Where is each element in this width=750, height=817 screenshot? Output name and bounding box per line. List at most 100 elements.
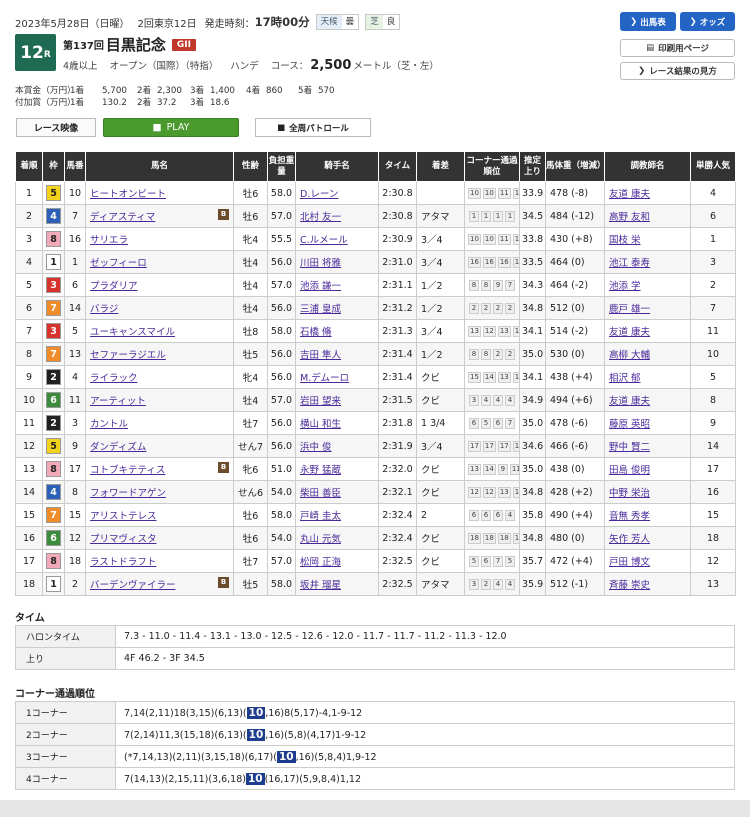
weight-carried: 58.0 xyxy=(267,319,296,343)
finish-time: 2:31.4 xyxy=(378,365,417,389)
corner-order-post: ,16)(5,8,4)1,9-12 xyxy=(295,751,377,763)
guide-button[interactable]: ❯ レース結果の見方 xyxy=(620,62,735,80)
play-button[interactable]: ■ PLAY xyxy=(103,118,239,137)
horse-name-link[interactable]: ゼッフィーロ xyxy=(90,258,147,269)
horse-name-link[interactable]: カントル xyxy=(90,419,128,430)
time-section-title: タイム xyxy=(15,613,45,624)
corner-position: 1 xyxy=(469,211,479,222)
trainer-link[interactable]: 藤原 英昭 xyxy=(609,419,650,430)
jockey-link[interactable]: 北村 友一 xyxy=(300,212,341,223)
finish-position: 7 xyxy=(15,319,43,343)
horse-name-cell: アーティット xyxy=(85,388,234,412)
trainer-link[interactable]: 野中 賢二 xyxy=(609,442,650,453)
popularity: 16 xyxy=(690,480,736,504)
trainer-link[interactable]: 高柳 大輔 xyxy=(609,350,650,361)
horse-name-link[interactable]: ダンディズム xyxy=(90,442,146,453)
horse-name-link[interactable]: ラストドラフト xyxy=(90,557,156,568)
trainer-link[interactable]: 矢作 芳人 xyxy=(609,534,650,545)
horse-name-link[interactable]: コトブキテティス xyxy=(90,465,165,476)
corner-position: 17 xyxy=(482,441,496,452)
corner-position: 8 xyxy=(481,280,491,291)
jockey-link[interactable]: 池添 謙一 xyxy=(300,281,341,292)
print-button[interactable]: ▤ 印刷用ページ xyxy=(620,39,735,57)
corner-position: 6 xyxy=(481,510,491,521)
trainer-link[interactable]: 戸田 博文 xyxy=(609,557,650,568)
jockey-link[interactable]: 三浦 皇成 xyxy=(300,304,341,315)
horse-name-link[interactable]: ユーキャンスマイル xyxy=(90,327,175,338)
margin: クビ xyxy=(416,480,465,504)
finish-time: 2:31.5 xyxy=(378,388,417,412)
horse-name-link[interactable]: バラジ xyxy=(90,304,118,315)
jockey-cell: 坂井 瑠星 xyxy=(295,572,379,596)
column-header: 性齢 xyxy=(233,151,268,182)
jockey-link[interactable]: 石橋 脩 xyxy=(300,327,332,338)
horse-name-link[interactable]: プラダリア xyxy=(90,281,138,292)
base-prize-item: 5,700 xyxy=(102,86,127,96)
jockey-link[interactable]: 横山 和生 xyxy=(300,419,341,430)
trainer-link[interactable]: 友道 康夫 xyxy=(609,327,650,338)
trainer-cell: 池添 学 xyxy=(604,273,691,297)
horse-name-link[interactable]: フォワードアゲン xyxy=(90,488,166,499)
frame-cell: 4 xyxy=(42,480,65,504)
jockey-link[interactable]: 松岡 正海 xyxy=(300,557,341,568)
horse-name-link[interactable]: バーデンヴァイラー xyxy=(90,580,176,591)
horse-name-link[interactable]: アーティット xyxy=(90,396,146,407)
odds-button[interactable]: ❯ オッズ xyxy=(680,12,735,31)
horse-name-link[interactable]: アリストテレス xyxy=(90,511,157,522)
jockey-link[interactable]: 丸山 元気 xyxy=(300,534,341,545)
furlong-row: ハロンタイム 7.3 - 11.0 - 11.4 - 13.1 - 13.0 - … xyxy=(15,625,735,648)
horse-name-link[interactable]: セファーラジエル xyxy=(90,350,166,361)
base-prize-row: 本賞金（万円） 1着 5,700 2着 2,300 3着 1,400 4着 860 5着 570 xyxy=(15,85,348,97)
trainer-link[interactable]: 鹿戸 雄一 xyxy=(609,304,650,315)
horse-name-link[interactable]: ディアスティマ xyxy=(90,212,155,223)
weight-carried: 56.0 xyxy=(267,342,296,366)
margin: アタマ xyxy=(416,572,465,596)
horse-number: 13 xyxy=(64,342,86,366)
column-header: 着順 xyxy=(15,151,43,182)
horse-name-link[interactable]: サリエラ xyxy=(90,235,128,246)
trainer-link[interactable]: 中野 栄治 xyxy=(609,488,650,499)
jockey-link[interactable]: 柴田 善臣 xyxy=(300,488,341,499)
corner-position: 9 xyxy=(497,464,508,475)
trainer-link[interactable]: 友道 康夫 xyxy=(609,396,650,407)
trainer-link[interactable]: 池江 泰寿 xyxy=(609,258,650,269)
trainer-link[interactable]: 池添 学 xyxy=(609,281,641,292)
sex-age: 牡6 xyxy=(233,204,268,228)
trainer-link[interactable]: 高野 友和 xyxy=(609,212,650,223)
weight-carried: 56.0 xyxy=(267,296,296,320)
popularity: 15 xyxy=(690,503,736,527)
trainer-link[interactable]: 音無 秀孝 xyxy=(609,511,650,522)
sex-age: 牡4 xyxy=(233,296,268,320)
jockey-link[interactable]: 永野 猛蔵 xyxy=(300,465,341,476)
winner-highlight: 10 xyxy=(246,728,266,741)
trainer-link[interactable]: 田島 俊明 xyxy=(609,465,650,476)
start-time-label: 発走時刻： xyxy=(204,18,255,30)
race-info-line: 2023年5月28日（日曜） 2回東京12日 発走時刻： 17時00分 天候 曇… xyxy=(15,14,401,30)
popularity: 2 xyxy=(690,273,736,297)
trainer-link[interactable]: 友道 康夫 xyxy=(609,189,650,200)
corner-position: 12 xyxy=(482,487,496,498)
jockey-link[interactable]: 川田 将雅 xyxy=(300,258,341,269)
horse-name-link[interactable]: ヒートオンビート xyxy=(90,189,166,200)
frame-badge: 1 xyxy=(46,576,61,592)
jockey-link[interactable]: 浜中 俊 xyxy=(300,442,332,453)
trainer-link[interactable]: 国枝 栄 xyxy=(609,235,641,246)
trainer-link[interactable]: 相沢 郁 xyxy=(609,373,641,384)
entries-button[interactable]: ❯ 出馬表 xyxy=(620,12,676,31)
blinker-badge: B xyxy=(218,209,229,220)
finish-position: 16 xyxy=(15,526,43,550)
horse-name-link[interactable]: ライラック xyxy=(90,373,138,384)
jockey-link[interactable]: 坂井 瑠星 xyxy=(300,580,341,591)
jockey-link[interactable]: D.レーン xyxy=(300,189,338,200)
jockey-link[interactable]: 戸崎 圭太 xyxy=(300,511,341,522)
horse-name-link[interactable]: プリマヴィスタ xyxy=(90,534,157,545)
jockey-link[interactable]: 岩田 望来 xyxy=(300,396,341,407)
jockey-link[interactable]: C.ルメール xyxy=(300,235,348,246)
trainer-link[interactable]: 斉藤 崇史 xyxy=(609,580,650,591)
corner-position: 8 xyxy=(481,349,491,360)
patrol-button[interactable]: ■ 全周パトロール xyxy=(255,118,371,137)
jockey-link[interactable]: 吉田 隼人 xyxy=(300,350,341,361)
add-prize-label: 付加賞（万円） xyxy=(15,98,76,108)
column-header: 馬名 xyxy=(85,151,234,182)
jockey-link[interactable]: M.デムーロ xyxy=(300,373,349,384)
